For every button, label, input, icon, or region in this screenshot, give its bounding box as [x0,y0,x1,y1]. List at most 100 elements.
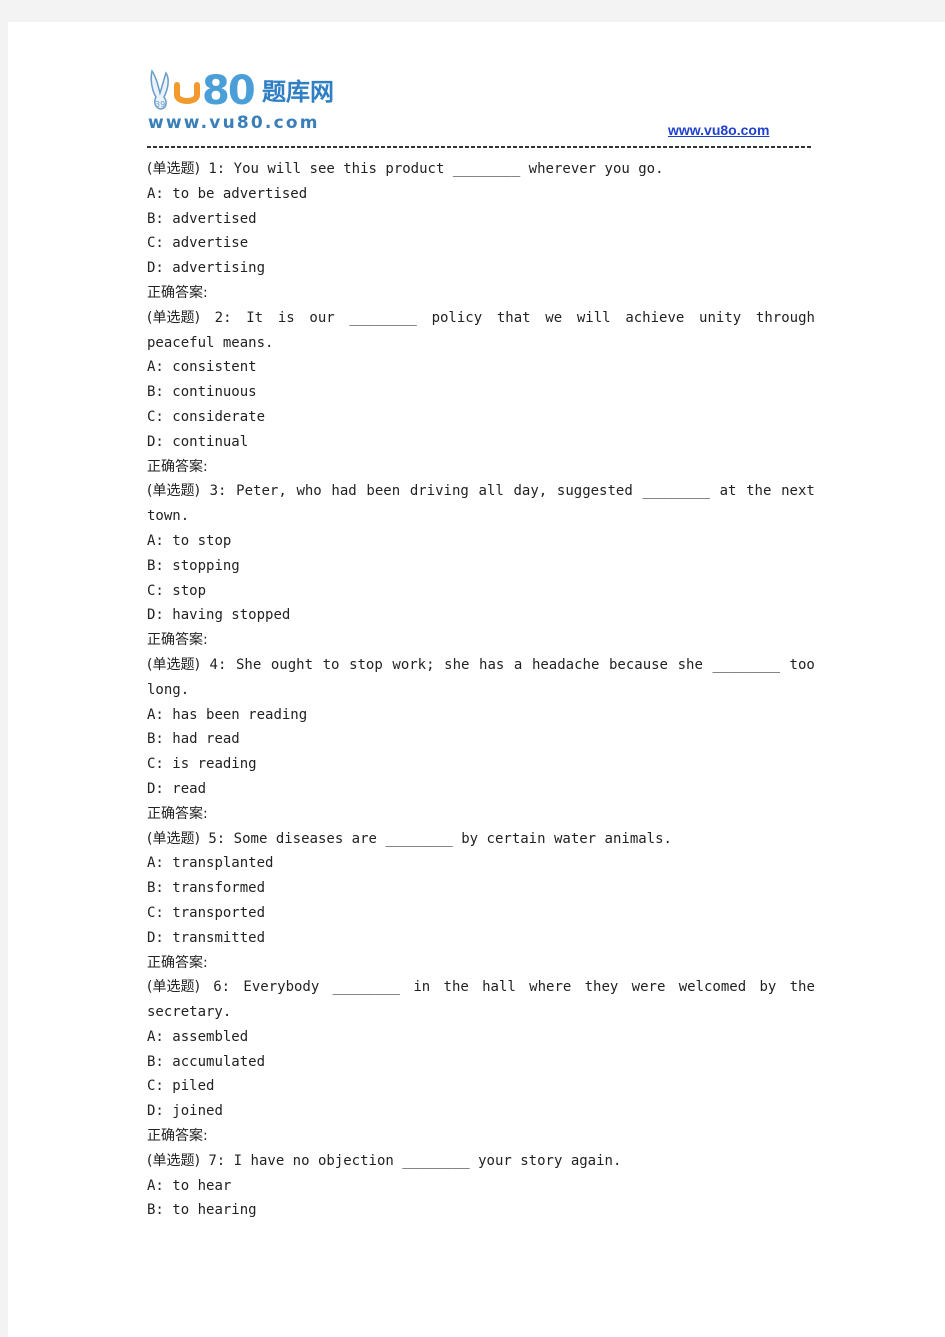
rabbit-icon: 39 [150,69,169,110]
option-text: advertising [172,260,266,277]
question-text: to [322,656,340,673]
question-text: has [479,656,505,673]
question-block: (单选题) 5: Some diseases are ________ by c… [147,827,815,976]
correct-answer-label: 正确答案: [147,458,208,475]
answer-option: B: advertised [147,207,815,232]
option-text: to stop [172,532,232,549]
option-text: advertised [172,210,257,227]
correct-answer-label: 正确答案: [147,954,208,971]
option-key: A: [147,185,164,202]
option-text: accumulated [172,1053,266,1070]
question-text: in [413,979,431,996]
question-text: She [235,656,262,673]
option-key: A: [147,532,164,549]
option-text: assembled [172,1028,249,1045]
option-key: D: [147,1103,164,1120]
question-stem: (单选题) 7: I have no objection ________ yo… [147,1149,815,1174]
correct-answer-label: 正确答案: [147,805,208,822]
option-text: has been reading [172,706,308,723]
option-text: continuous [172,384,257,401]
question-number: 1: [208,161,226,177]
question-block: (单选题) 3: Peter, who had been driving all day, sug… [147,479,815,653]
question-text: the [746,483,772,500]
question-text: I have no objection ________ your story … [233,1152,622,1169]
question-text: is [277,309,295,326]
question-text: through [755,309,815,326]
answer-option: C: piled [147,1074,815,1099]
option-text: transplanted [172,855,274,872]
question-text: suggested [556,483,633,500]
option-text: consistent [172,359,257,376]
question-text: peaceful means. [147,334,274,351]
option-text: read [172,780,207,797]
question-type-label: (单选题) [147,979,200,996]
option-text: stopping [172,557,240,574]
question-text: all [478,483,504,500]
question-text: who [296,483,322,500]
question-text: we [545,309,563,326]
correct-answer-label: 正确答案: [147,284,208,301]
answer-option: A: to hear [147,1174,815,1199]
question-block: (单选题) 1: You will see this product _____… [147,157,815,306]
question-type-label: (单选题) [147,830,200,847]
logo-cn-text: 题库网 [262,78,334,106]
question-stem-continued: peaceful means. [147,331,815,356]
question-text: secretary. [147,1004,232,1021]
question-stem-continued: town. [147,504,815,529]
option-key: B: [147,731,164,748]
correct-answer-label: 正确答案: [147,1128,208,1145]
question-text: our [309,309,335,326]
logo-url-text: www.vu80.com [148,113,320,133]
header-divider [147,146,813,148]
question-text: they [584,979,619,996]
u-letter-icon [174,82,200,104]
question-text: welcomed [678,979,747,996]
question-text: Peter, [236,483,287,500]
question-text: Some diseases are ________ by certain wa… [233,830,672,847]
option-text: considerate [172,408,266,425]
answer-option: C: is reading [147,752,815,777]
option-key: C: [147,904,164,921]
option-key: B: [147,1202,164,1219]
answer-option: C: transported [147,901,815,926]
option-text: to hear [172,1177,232,1194]
question-text: where [529,979,572,996]
answer-option: C: stop [147,579,815,604]
option-key: A: [147,706,164,723]
question-text: It [246,309,264,326]
question-text: she [444,656,470,673]
option-key: D: [147,433,164,450]
answer-option: D: read [147,777,815,802]
answer-option: A: consistent [147,355,815,380]
question-block: (单选题) 2: It is our ________ policy that we will ac… [147,306,815,480]
question-stem: (单选题) 3: Peter, who had been driving all day, sug… [147,479,815,504]
option-text: advertise [172,235,249,252]
answer-option: A: has been reading [147,703,815,728]
option-key: B: [147,384,164,401]
answer-option: B: to hearing [147,1198,815,1223]
logo-number: 80 [202,68,256,114]
question-stem: (单选题) 2: It is our ________ policy that we will ac… [147,306,815,331]
header-divider-end [808,146,811,148]
site-link[interactable]: www.vu8o.com [668,122,769,138]
question-text: You will see this product ________ where… [233,161,664,177]
question-text: too [789,656,815,673]
question-text: had [331,483,357,500]
question-text: long. [147,681,190,698]
answer-blank: ________ [712,656,780,673]
question-number: 4: [209,656,227,673]
question-text: at [719,483,737,500]
question-text: ought [270,656,314,673]
answer-option: A: to be advertised [147,182,815,207]
question-text: the [443,979,469,996]
option-key: C: [147,756,164,773]
question-number: 7: [208,1152,226,1169]
question-number: 6: [213,979,231,996]
answer-blank: ________ [642,483,710,500]
question-stem-continued: long. [147,678,815,703]
svg-text:39: 39 [155,100,165,109]
option-key: C: [147,408,164,425]
answer-option: B: accumulated [147,1050,815,1075]
question-text: she [677,656,703,673]
question-text: Everybody [243,979,320,996]
